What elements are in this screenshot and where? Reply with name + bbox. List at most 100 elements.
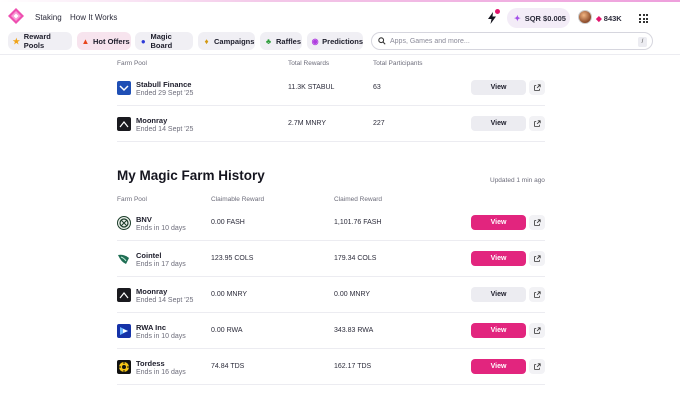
pool-status: Ended 29 Sept '25 bbox=[136, 90, 194, 97]
search-icon bbox=[378, 37, 386, 45]
pool-status: Ends in 10 days bbox=[136, 225, 186, 232]
clover-icon: ♣ bbox=[265, 36, 272, 46]
sqr-token-icon: ✦ bbox=[514, 13, 521, 23]
fire-icon: ▲ bbox=[81, 36, 90, 46]
magic-ball-icon: ● bbox=[140, 36, 146, 46]
pool-status: Ended 14 Sept '25 bbox=[136, 297, 194, 304]
rwa-icon bbox=[117, 324, 131, 338]
column-header-claimed-reward: Claimed Reward bbox=[334, 196, 383, 203]
tab-label: Campaigns bbox=[214, 36, 255, 46]
top-bar: Staking How It Works ✦ SQR $0.005 ◆ 843K bbox=[0, 2, 680, 32]
total-participants: 63 bbox=[373, 84, 381, 91]
external-link-icon[interactable] bbox=[529, 359, 545, 374]
stabull-icon bbox=[117, 81, 131, 95]
tab-label: Magic Board bbox=[150, 32, 173, 50]
claimed-reward: 0.00 MNRY bbox=[334, 291, 371, 298]
points-value: 843K bbox=[603, 14, 622, 23]
tab-raffles[interactable]: ♣ Raffles bbox=[260, 32, 302, 50]
tab-hot-offers[interactable]: ▲ Hot Offers bbox=[77, 32, 131, 50]
claimable-reward: 74.84 TDS bbox=[211, 363, 245, 370]
tab-predictions[interactable]: ◉ Predictions bbox=[307, 32, 363, 50]
view-button[interactable]: View bbox=[471, 323, 526, 338]
table-row: Tordess Ends in 16 days 74.84 TDS 162.17… bbox=[117, 349, 545, 385]
claimed-reward: 343.83 RWA bbox=[334, 327, 374, 334]
pool-name: RWA Inc bbox=[136, 323, 167, 332]
total-rewards: 2.7M MNRY bbox=[288, 120, 326, 127]
bnv-icon bbox=[117, 216, 131, 230]
claimable-reward: 123.95 COLS bbox=[211, 255, 254, 262]
nav-staking-link[interactable]: Staking bbox=[35, 13, 62, 22]
pool-status: Ended 14 Sept '25 bbox=[136, 126, 194, 133]
nav-how-it-works-link[interactable]: How It Works bbox=[70, 13, 117, 22]
external-link-icon[interactable] bbox=[529, 323, 545, 338]
claimable-reward: 0.00 MNRY bbox=[211, 291, 248, 298]
claimed-reward: 179.34 COLS bbox=[334, 255, 377, 262]
header-divider bbox=[0, 54, 680, 55]
search-shortcut-key: / bbox=[638, 37, 647, 47]
cointel-icon bbox=[117, 252, 131, 266]
pool-name: Cointel bbox=[136, 251, 162, 260]
crystal-icon: ◉ bbox=[311, 36, 319, 46]
tab-magic-board[interactable]: ● Magic Board bbox=[135, 32, 193, 50]
total-rewards: 11.3K STABUL bbox=[288, 84, 335, 91]
view-button[interactable]: View bbox=[471, 116, 526, 131]
table-row: RWA Inc Ends in 10 days 0.00 RWA 343.83 … bbox=[117, 313, 545, 349]
claimable-reward: 0.00 RWA bbox=[211, 327, 243, 334]
table-row: Stabull Finance Ended 29 Sept '25 11.3K … bbox=[117, 70, 545, 106]
external-link-icon[interactable] bbox=[529, 215, 545, 230]
apps-grid-icon[interactable] bbox=[639, 14, 648, 23]
points-diamond-icon: ◆ bbox=[596, 14, 602, 23]
moonray-icon bbox=[117, 288, 131, 302]
sqr-price-text: SQR $0.005 bbox=[524, 13, 566, 23]
notification-dot bbox=[495, 9, 500, 14]
column-header-total-rewards: Total Rewards bbox=[288, 60, 330, 67]
table-row: Cointel Ends in 17 days 123.95 COLS 179.… bbox=[117, 241, 545, 277]
app-logo-icon[interactable] bbox=[8, 8, 24, 24]
column-header-farm-pool: Farm Pool bbox=[117, 60, 147, 67]
column-header-total-participants: Total Participants bbox=[373, 60, 423, 67]
pool-name: Moonray bbox=[136, 116, 168, 125]
view-button[interactable]: View bbox=[471, 359, 526, 374]
user-avatar[interactable] bbox=[578, 10, 592, 24]
points-balance[interactable]: ◆ 843K bbox=[596, 14, 622, 23]
claimed-reward: 162.17 TDS bbox=[334, 363, 372, 370]
view-button[interactable]: View bbox=[471, 287, 526, 302]
pool-name: Stabull Finance bbox=[136, 80, 192, 89]
view-button[interactable]: View bbox=[471, 215, 526, 230]
tab-label: Predictions bbox=[322, 36, 363, 46]
pool-status: Ends in 17 days bbox=[136, 261, 186, 268]
view-button[interactable]: View bbox=[471, 80, 526, 95]
moonray-icon bbox=[117, 117, 131, 131]
column-header-farm-pool: Farm Pool bbox=[117, 196, 147, 203]
tab-label: Hot Offers bbox=[93, 36, 130, 46]
pool-name: Tordess bbox=[136, 359, 165, 368]
claimed-reward: 1,101.76 FASH bbox=[334, 219, 382, 226]
total-participants: 227 bbox=[373, 120, 385, 127]
tab-label: Reward Pools bbox=[23, 32, 51, 50]
external-link-icon[interactable] bbox=[529, 287, 545, 302]
table-row: Moonray Ended 14 Sept '25 2.7M MNRY 227 … bbox=[117, 106, 545, 142]
trophy-icon: ♦ bbox=[204, 36, 209, 46]
boost-lightning-icon[interactable] bbox=[487, 9, 500, 24]
sqr-price-badge[interactable]: ✦ SQR $0.005 bbox=[507, 8, 570, 28]
search-box[interactable]: / bbox=[371, 32, 653, 50]
column-header-claimable-reward: Claimable Reward bbox=[211, 196, 265, 203]
tordess-icon bbox=[117, 360, 131, 374]
pool-status: Ends in 10 days bbox=[136, 333, 186, 340]
external-link-icon[interactable] bbox=[529, 116, 545, 131]
external-link-icon[interactable] bbox=[529, 251, 545, 266]
table-row: Moonray Ended 14 Sept '25 0.00 MNRY 0.00… bbox=[117, 277, 545, 313]
search-input[interactable] bbox=[390, 37, 620, 45]
view-button[interactable]: View bbox=[471, 251, 526, 266]
star-icon: ★ bbox=[12, 36, 20, 46]
tab-campaigns[interactable]: ♦ Campaigns bbox=[198, 32, 255, 50]
pool-name: BNV bbox=[136, 215, 152, 224]
external-link-icon[interactable] bbox=[529, 80, 545, 95]
updated-timestamp: Updated 1 min ago bbox=[490, 177, 545, 184]
table-row: BNV Ends in 10 days 0.00 FASH 1,101.76 F… bbox=[117, 205, 545, 241]
tab-reward-pools[interactable]: ★ Reward Pools bbox=[8, 32, 72, 50]
tab-label: Raffles bbox=[276, 36, 302, 46]
pool-name: Moonray bbox=[136, 287, 168, 296]
category-bar: ★ Reward Pools ▲ Hot Offers ● Magic Boar… bbox=[0, 32, 680, 50]
pool-status: Ends in 16 days bbox=[136, 369, 186, 376]
